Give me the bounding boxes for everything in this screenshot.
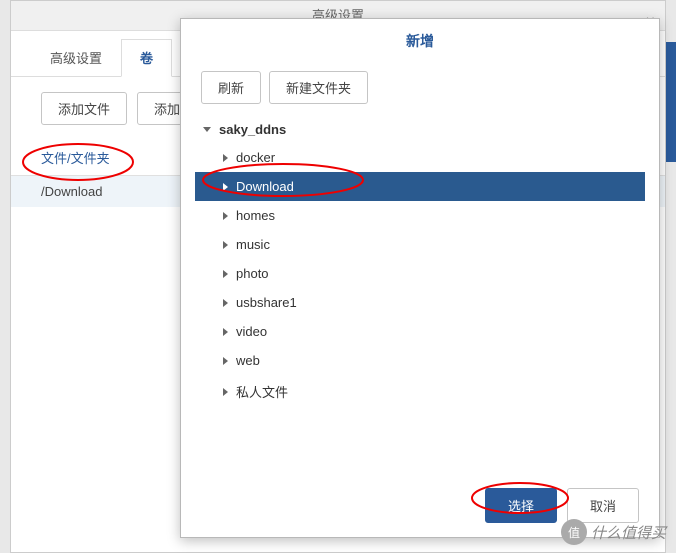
tree-item-usbshare1[interactable]: usbshare1 <box>195 288 645 317</box>
chevron-right-icon <box>223 154 228 162</box>
chevron-right-icon <box>223 328 228 336</box>
tree-item-label: video <box>236 324 267 339</box>
tree-item-label: music <box>236 237 270 252</box>
chevron-down-icon <box>203 127 211 132</box>
tab-volume[interactable]: 卷 <box>121 39 172 77</box>
chevron-right-icon <box>223 270 228 278</box>
tab-advanced[interactable]: 高级设置 <box>31 39 121 76</box>
refresh-button[interactable]: 刷新 <box>201 71 261 104</box>
chevron-right-icon <box>223 183 228 191</box>
chevron-right-icon <box>223 388 228 396</box>
tree-item-label: usbshare1 <box>236 295 297 310</box>
cancel-button[interactable]: 取消 <box>567 488 639 523</box>
chevron-right-icon <box>223 357 228 365</box>
tree-item-label: homes <box>236 208 275 223</box>
tree-item-label: Download <box>236 179 294 194</box>
tree-item-private[interactable]: 私人文件 <box>195 375 645 408</box>
tree-item-label: web <box>236 353 260 368</box>
tree-item-label: docker <box>236 150 275 165</box>
chevron-right-icon <box>223 241 228 249</box>
tree-root[interactable]: saky_ddns <box>195 116 645 143</box>
tree-item-label: 私人文件 <box>236 382 288 401</box>
tree-item-docker[interactable]: docker <box>195 143 645 172</box>
tree-item-music[interactable]: music <box>195 230 645 259</box>
chevron-right-icon <box>223 212 228 220</box>
new-folder-button[interactable]: 新建文件夹 <box>269 71 368 104</box>
watermark: 值 什么值得买 <box>561 519 666 545</box>
modal-title: 新增 <box>181 19 659 63</box>
watermark-text: 什么值得买 <box>591 522 666 543</box>
bg-stripe <box>666 42 676 162</box>
tree-item-video[interactable]: video <box>195 317 645 346</box>
select-button[interactable]: 选择 <box>485 488 557 523</box>
folder-picker-modal: 新增 刷新 新建文件夹 saky_ddns docker Download ho… <box>180 18 660 538</box>
tree-root-label: saky_ddns <box>219 122 286 137</box>
modal-toolbar: 刷新 新建文件夹 <box>181 63 659 116</box>
tree-item-homes[interactable]: homes <box>195 201 645 230</box>
tree-view: saky_ddns docker Download homes music ph… <box>181 116 659 474</box>
watermark-icon: 值 <box>561 519 587 545</box>
add-file-button[interactable]: 添加文件 <box>41 92 127 125</box>
tree-item-label: photo <box>236 266 269 281</box>
chevron-right-icon <box>223 299 228 307</box>
tree-item-download[interactable]: Download <box>195 172 645 201</box>
tree-item-photo[interactable]: photo <box>195 259 645 288</box>
tree-item-web[interactable]: web <box>195 346 645 375</box>
